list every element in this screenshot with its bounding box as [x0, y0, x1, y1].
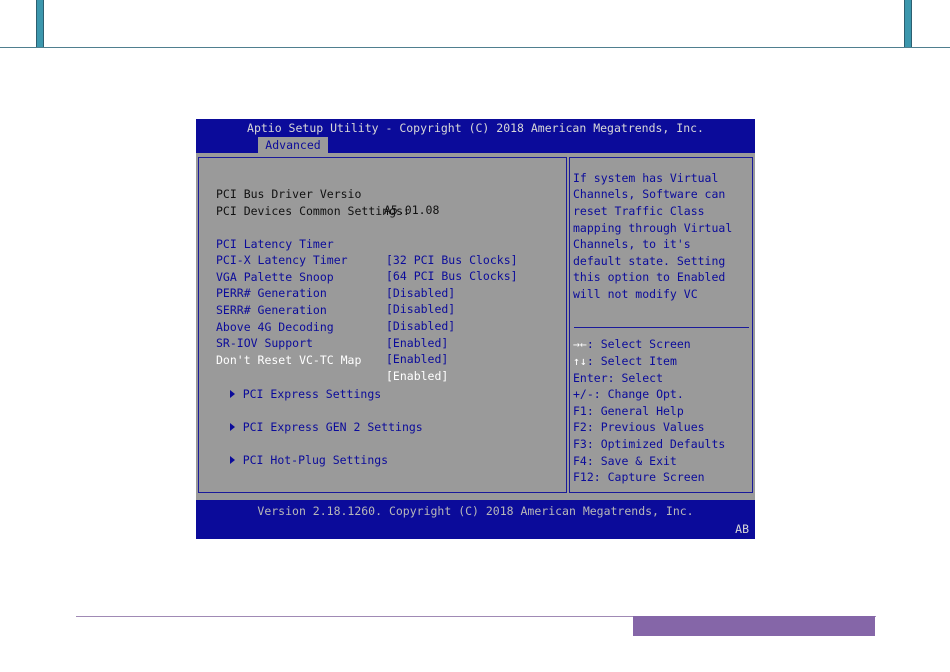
key-help-f1: F1: General Help — [573, 404, 684, 418]
key-help-f3: F3: Optimized Defaults — [573, 437, 726, 451]
version-text: Version 2.18.1260. Copyright (C) 2018 Am… — [257, 504, 694, 518]
help-text-line: default state. Setting — [573, 254, 726, 268]
setting-row-selected[interactable]: Don't Reset VC-TC Map [Enabled] — [216, 336, 556, 383]
submenu-pci-hot-plug[interactable]: PCI Hot-Plug Settings — [202, 436, 388, 467]
submenu-pci-express[interactable]: PCI Express Settings — [202, 370, 381, 401]
help-text-line: If system has Virtual — [573, 171, 719, 185]
setting-value[interactable]: [Enabled] — [386, 368, 448, 384]
setting-row[interactable]: Above 4G Decoding [Enabled] — [216, 303, 556, 350]
driver-version-row: PCI Bus Driver Versio A5.01.08 — [216, 170, 439, 217]
page-header-rule — [0, 47, 950, 48]
help-text-line: this option to Enabled — [573, 270, 726, 284]
up-down-arrows-icon: ↑↓ — [573, 354, 587, 368]
setting-row[interactable]: PCI-X Latency Timer [64 PCI Bus Clocks] — [216, 236, 556, 283]
submenu-arrow-icon — [229, 423, 235, 431]
setting-value[interactable]: [Enabled] — [386, 351, 448, 367]
key-help-select-item: ↑↓: Select Item — [573, 353, 677, 369]
key-help-select-screen: →←: Select Screen — [573, 336, 691, 352]
key-help-f4: F4: Save & Exit — [573, 454, 677, 468]
post-code-badge: AB — [735, 522, 749, 536]
page-header-right-tab — [904, 0, 912, 48]
setting-row[interactable]: SERR# Generation [Disabled] — [216, 286, 556, 333]
tab-advanced[interactable]: Advanced — [258, 137, 328, 153]
bios-setup-screen: Aptio Setup Utility - Copyright (C) 2018… — [196, 119, 755, 539]
key-help-desc: : Select Screen — [586, 337, 691, 351]
help-divider — [574, 327, 749, 328]
left-right-arrows-icon: →← — [573, 337, 587, 351]
bios-header: Aptio Setup Utility - Copyright (C) 2018… — [196, 119, 755, 153]
key-help-enter: Enter: Select — [573, 371, 664, 385]
help-text-line: reset Traffic Class — [573, 204, 705, 218]
setting-row[interactable]: SR-IOV Support [Enabled] — [216, 319, 556, 366]
submenu-label: PCI Express GEN 2 Settings — [242, 420, 423, 434]
key-help-f12: F12: Capture Screen — [573, 470, 705, 484]
submenu-label: PCI Express Settings — [242, 387, 382, 401]
help-text-line: will not modify VC — [573, 287, 698, 301]
setting-row[interactable]: PCI Latency Timer [32 PCI Bus Clocks] — [216, 220, 556, 267]
help-text-line: Channels, Software can — [573, 187, 726, 201]
setting-row[interactable]: VGA Palette Snoop [Disabled] — [216, 253, 556, 300]
help-text-line: Channels, to it's — [573, 237, 691, 251]
submenu-arrow-icon — [229, 456, 235, 464]
submenu-pci-express-gen2[interactable]: PCI Express GEN 2 Settings — [202, 403, 423, 434]
help-text-line: mapping through Virtual — [573, 221, 733, 235]
key-help-change: +/-: Change Opt. — [573, 387, 684, 401]
driver-version-label: PCI Bus Driver Versio — [216, 187, 362, 201]
key-help-f2: F2: Previous Values — [573, 420, 705, 434]
bios-footer: Version 2.18.1260. Copyright (C) 2018 Am… — [196, 500, 755, 539]
setting-row[interactable]: PERR# Generation [Disabled] — [216, 269, 556, 316]
page-footer-bar — [633, 616, 875, 636]
page-header-left-tab — [36, 0, 44, 48]
key-help-desc: : Select Item — [586, 354, 677, 368]
common-settings-heading: PCI Devices Common Settings: — [216, 204, 410, 218]
setting-label: Don't Reset VC-TC Map — [216, 353, 362, 367]
bios-title: Aptio Setup Utility - Copyright (C) 2018… — [247, 121, 704, 135]
submenu-arrow-icon — [229, 390, 235, 398]
submenu-label: PCI Hot-Plug Settings — [242, 453, 389, 467]
